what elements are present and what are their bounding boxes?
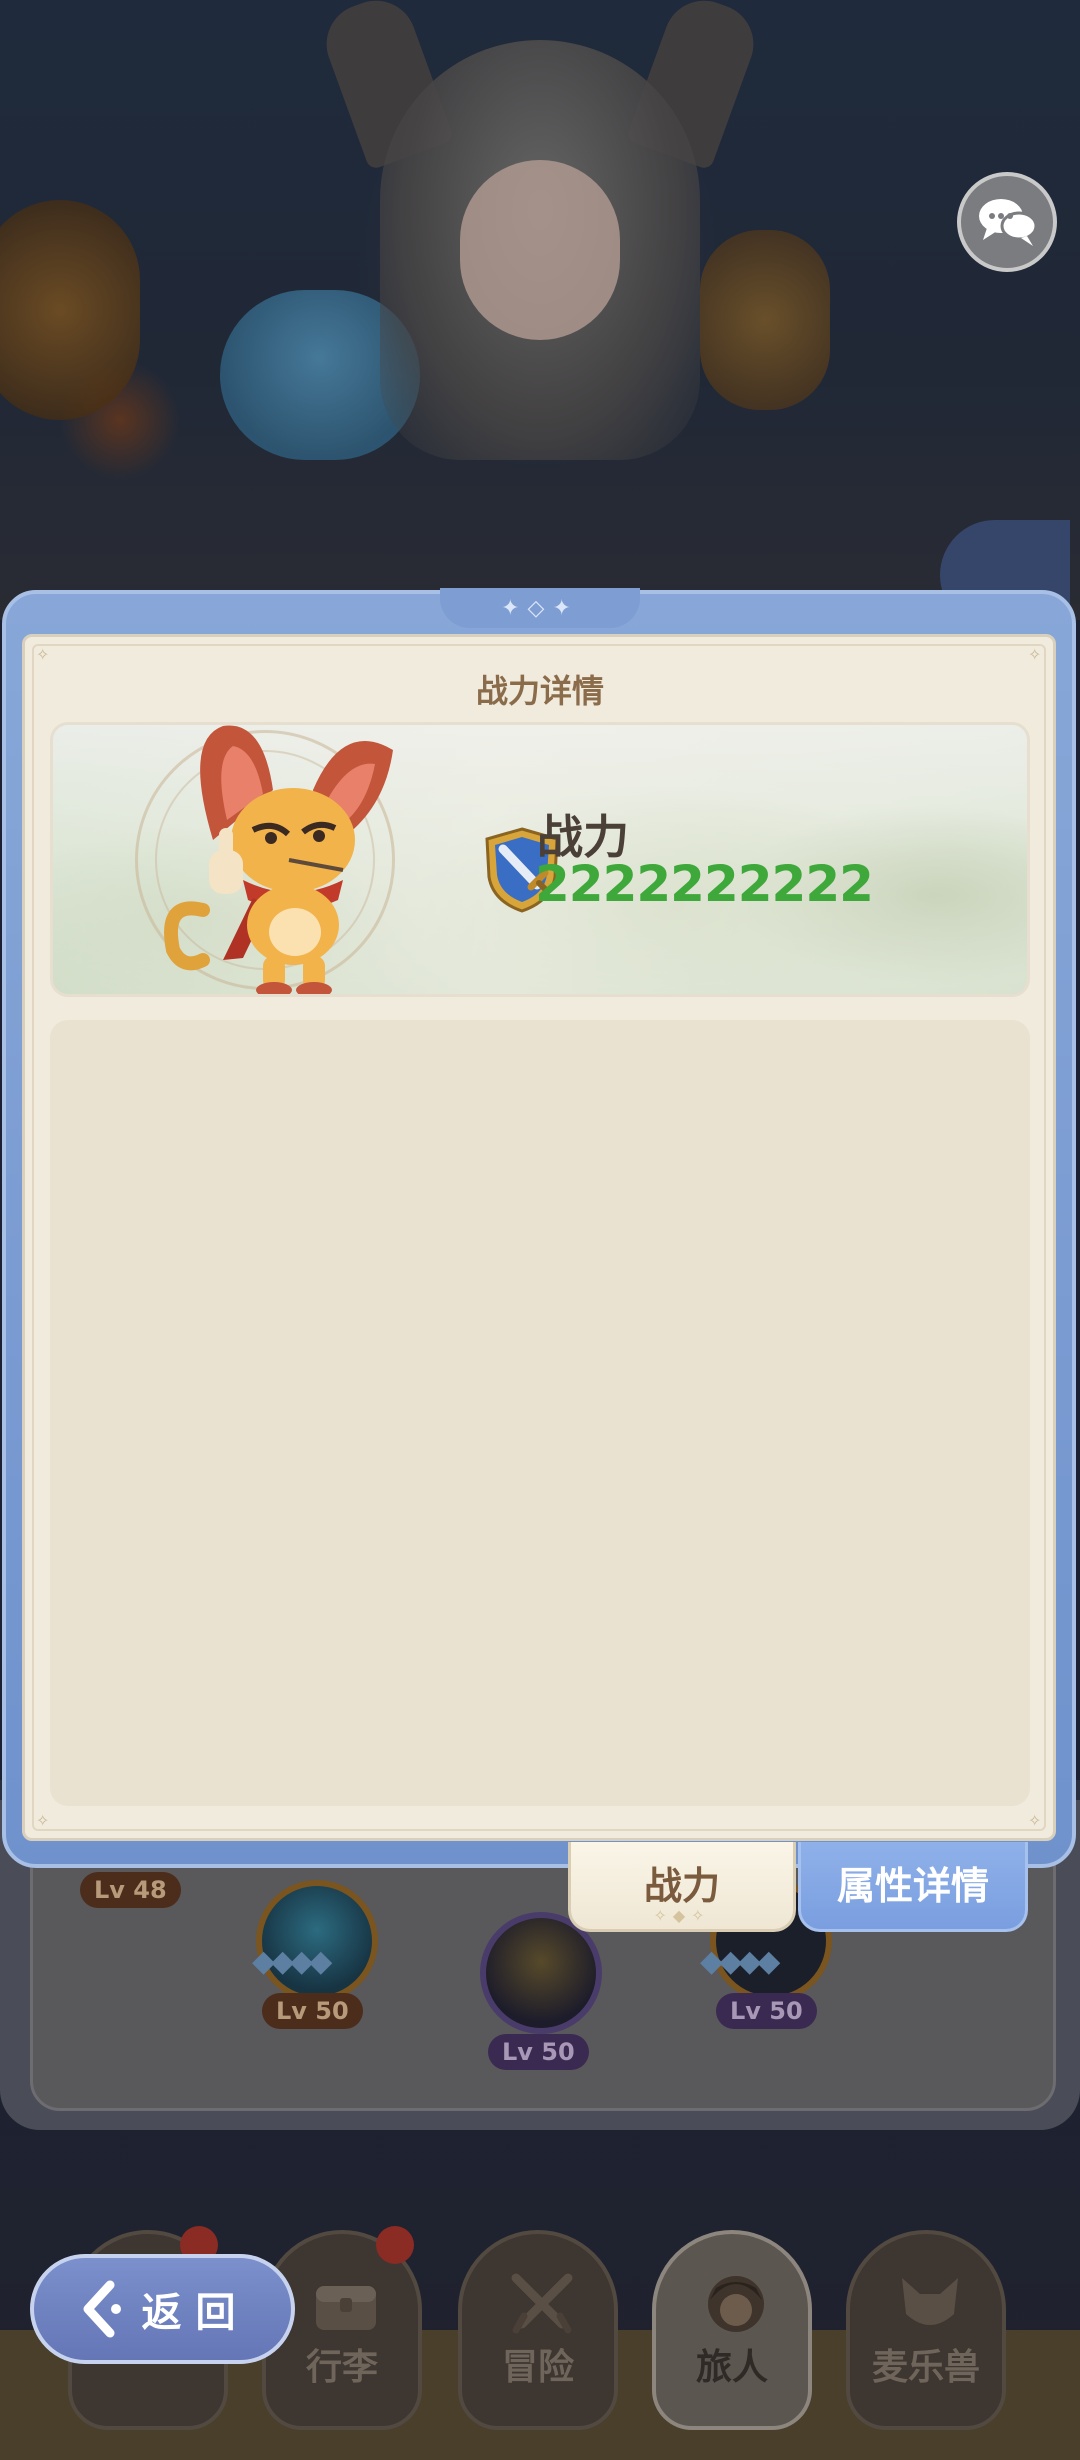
crossed-swords-icon	[511, 2273, 573, 2334]
power-value: 2222222222	[535, 855, 874, 913]
nav-label: 旅人	[695, 2347, 768, 2388]
fox-head-icon	[902, 2278, 958, 2325]
skill-stars: ◆◆◆◆	[700, 1944, 780, 1979]
panel-ornament: ✦◇✦	[440, 588, 640, 628]
nav-item-adventure[interactable]: 冒险	[458, 2230, 618, 2430]
tab-attribute-details[interactable]: 属性详情	[798, 1842, 1028, 1932]
back-button[interactable]: 返回	[30, 2254, 295, 2364]
power-summary-card: 战力 2222222222	[50, 722, 1030, 997]
corner-ornament: ✧	[1028, 1811, 1042, 1830]
tab-attribute-details-label: 属性详情	[836, 1864, 989, 1908]
nav-label: 冒险	[501, 2347, 574, 2388]
corner-ornament: ✧	[36, 1811, 50, 1830]
background-creature-right	[700, 230, 830, 410]
skill-level-badge: Lv 50	[488, 2034, 589, 2070]
tab-active-ornament: ✧◆✧	[653, 1906, 711, 1925]
traveler-avatar-icon	[708, 2276, 764, 2332]
skill-level-badge: Lv 50	[716, 1993, 817, 2029]
nav-label: 行李	[305, 2347, 378, 2388]
nav-item-traveler[interactable]: 旅人	[652, 2230, 812, 2430]
corner-ornament: ✧	[36, 645, 50, 664]
notification-dot	[376, 2226, 414, 2264]
power-detail-list-area	[50, 1020, 1030, 1806]
tab-power[interactable]: 战力 ✧◆✧	[568, 1842, 796, 1932]
nav-item-mailer-beast[interactable]: 麦乐兽	[846, 2230, 1006, 2430]
game-scene-background	[0, 0, 1080, 620]
corner-ornament: ✧	[1028, 645, 1042, 664]
skill-level-badge: Lv 48	[80, 1872, 181, 1908]
back-button-label: 返回	[141, 2290, 250, 2336]
tab-power-label: 战力	[643, 1864, 720, 1908]
chat-button[interactable]	[957, 172, 1057, 272]
chat-bubbles-icon	[979, 199, 1038, 246]
mascot-cat-icon	[164, 725, 393, 994]
skill-level-badge: Lv 50	[262, 1993, 363, 2029]
chest-icon	[316, 2286, 376, 2330]
back-arrow-icon	[83, 2280, 121, 2338]
skill-stars: ◆◆◆◆	[252, 1944, 332, 1979]
background-creature-left	[0, 200, 140, 420]
hero-face	[460, 160, 620, 340]
panel-title: 战力详情	[475, 672, 604, 710]
skill-node[interactable]	[256, 1880, 378, 2002]
nav-label: 麦乐兽	[871, 2347, 980, 2388]
